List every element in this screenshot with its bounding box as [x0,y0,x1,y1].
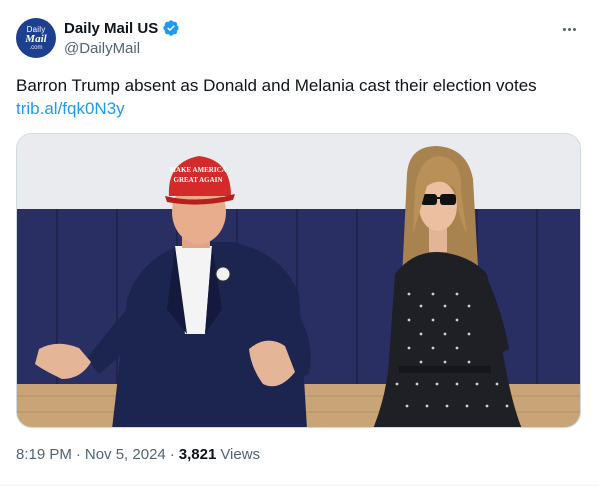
avatar-text-middle: Mail [25,32,47,45]
name-row: Daily Mail US [64,19,180,37]
photo-illustration: MAKE AMERICA GREAT AGAIN [17,134,580,427]
tweet-date[interactable]: Nov 5, 2024 [85,446,166,463]
tweet-link[interactable]: trib.al/fqk0N3y [16,98,125,120]
views-count: 3,821 [178,446,217,463]
tweet-text: Barron Trump absent as Donald and Melani… [16,76,537,95]
avatar-text-bottom: .com [29,44,43,51]
meta-separator: · [75,446,81,463]
tweet-photo[interactable]: MAKE AMERICA GREAT AGAIN [16,133,581,428]
hat-text-1: MAKE AMERICA [169,166,226,174]
tweet-meta: 8:19 PM · Nov 5, 2024 · 3,821 Views [16,446,260,463]
hat-text-2: GREAT AGAIN [174,176,223,184]
avatar[interactable]: Daily Mail .com [16,18,56,58]
tweet-card[interactable]: Daily Mail .com Daily Mail US @DailyMail… [0,0,599,486]
more-options-icon[interactable] [558,18,580,40]
meta-separator-2: · [169,446,175,463]
handle[interactable]: @DailyMail [64,40,140,57]
views-label: Views [220,446,261,463]
display-name[interactable]: Daily Mail US [64,20,158,37]
verified-badge-icon [163,20,179,36]
tweet-time[interactable]: 8:19 PM [16,446,72,463]
